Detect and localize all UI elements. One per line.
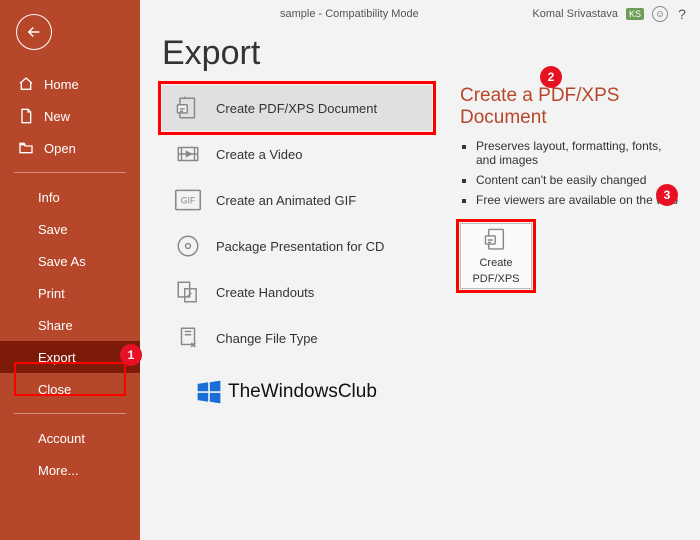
- change-type-icon: [174, 324, 202, 352]
- watermark-text: TheWindowsClub: [228, 381, 377, 403]
- sidebar-item-label: Account: [38, 431, 85, 446]
- sidebar-item-label: Save As: [38, 254, 86, 269]
- handouts-icon: [174, 278, 202, 306]
- back-arrow-icon: [25, 23, 43, 41]
- new-file-icon: [18, 108, 34, 124]
- watermark-thewindowsclub: TheWindowsClub: [196, 379, 432, 405]
- create-pdf-xps-button[interactable]: Create PDF/XPS: [460, 223, 532, 289]
- sidebar-item-label: Info: [38, 190, 60, 205]
- annotation-number-1: 1: [120, 344, 142, 366]
- open-folder-icon: [18, 140, 34, 156]
- sidebar-item-label: Save: [38, 222, 68, 237]
- sidebar-item-label: Home: [44, 77, 79, 92]
- page-title: Export: [162, 34, 700, 73]
- title-bar-right: Komal Srivastava KS ☺ ?: [532, 6, 690, 22]
- option-label: Package Presentation for CD: [216, 239, 384, 254]
- sidebar-item-label: Print: [38, 286, 65, 301]
- details-bullet: Content can't be easily changed: [476, 173, 682, 187]
- option-change-file-type[interactable]: Change File Type: [162, 315, 432, 361]
- sidebar-item-label: Export: [38, 350, 76, 365]
- option-create-video[interactable]: Create a Video: [162, 131, 432, 177]
- user-avatar-badge[interactable]: KS: [626, 8, 644, 20]
- columns: Create PDF/XPS Document Create a Video G…: [140, 85, 700, 405]
- export-details-pane: Create a PDF/XPS Document Preserves layo…: [460, 85, 682, 405]
- option-package-cd[interactable]: Package Presentation for CD: [162, 223, 432, 269]
- doc-pdf-icon: [483, 227, 509, 253]
- title-bar: sample - Compatibility Mode Komal Srivas…: [140, 0, 700, 26]
- home-icon: [18, 76, 34, 92]
- annotation-number-3: 3: [656, 184, 678, 206]
- option-label: Create Handouts: [216, 285, 314, 300]
- option-create-gif[interactable]: GIF Create an Animated GIF: [162, 177, 432, 223]
- sidebar-item-save[interactable]: Save: [0, 213, 140, 245]
- video-icon: [174, 140, 202, 168]
- windows-logo-icon: [196, 379, 222, 405]
- button-label-line1: Create: [479, 257, 512, 269]
- backstage-sidebar: Home New Open Info Save Save As Print Sh…: [0, 0, 140, 540]
- sidebar-item-save-as[interactable]: Save As: [0, 245, 140, 277]
- option-label: Create an Animated GIF: [216, 193, 356, 208]
- main-area: sample - Compatibility Mode Komal Srivas…: [140, 0, 700, 540]
- create-pdf-button-wrap: Create PDF/XPS: [460, 223, 534, 289]
- export-options-list: Create PDF/XPS Document Create a Video G…: [162, 85, 432, 405]
- option-label: Create a Video: [216, 147, 303, 162]
- app-root: Home New Open Info Save Save As Print Sh…: [0, 0, 700, 540]
- option-label: Create PDF/XPS Document: [216, 101, 377, 116]
- sidebar-separator: [14, 413, 126, 414]
- sidebar-item-print[interactable]: Print: [0, 277, 140, 309]
- sidebar-item-account[interactable]: Account: [0, 422, 140, 454]
- sidebar-item-open[interactable]: Open: [0, 132, 140, 164]
- sidebar-item-share[interactable]: Share: [0, 309, 140, 341]
- option-create-handouts[interactable]: Create Handouts: [162, 269, 432, 315]
- title-bar-icons: ☺ ?: [652, 6, 690, 22]
- cd-icon: [174, 232, 202, 260]
- details-heading: Create a PDF/XPS Document: [460, 85, 682, 129]
- doc-pdf-icon: [174, 94, 202, 122]
- sidebar-item-label: Close: [38, 382, 71, 397]
- details-bullet: Preserves layout, formatting, fonts, and…: [476, 139, 682, 167]
- sidebar-separator: [14, 172, 126, 173]
- sidebar-item-label: Share: [38, 318, 73, 333]
- details-bullets: Preserves layout, formatting, fonts, and…: [460, 139, 682, 207]
- sidebar-item-home[interactable]: Home: [0, 68, 140, 100]
- annotation-number-2: 2: [540, 66, 562, 88]
- sidebar-item-label: More...: [38, 463, 78, 478]
- sidebar-item-close[interactable]: Close: [0, 373, 140, 405]
- document-title: sample - Compatibility Mode: [280, 8, 419, 20]
- option-label: Change File Type: [216, 331, 318, 346]
- button-label-line2: PDF/XPS: [472, 273, 519, 285]
- sidebar-item-export[interactable]: Export: [0, 341, 140, 373]
- sidebar-item-label: New: [44, 109, 70, 124]
- user-name: Komal Srivastava: [532, 8, 618, 20]
- details-bullet: Free viewers are available on the web: [476, 193, 682, 207]
- back-button[interactable]: [16, 14, 52, 50]
- sidebar-item-more[interactable]: More...: [0, 454, 140, 486]
- gif-icon: GIF: [174, 186, 202, 214]
- sidebar-item-new[interactable]: New: [0, 100, 140, 132]
- help-icon[interactable]: ?: [674, 6, 690, 22]
- sidebar-item-info[interactable]: Info: [0, 181, 140, 213]
- smiley-feedback-icon[interactable]: ☺: [652, 6, 668, 22]
- sidebar-item-label: Open: [44, 141, 76, 156]
- svg-text:GIF: GIF: [181, 196, 196, 206]
- option-create-pdf-xps[interactable]: Create PDF/XPS Document: [162, 85, 432, 131]
